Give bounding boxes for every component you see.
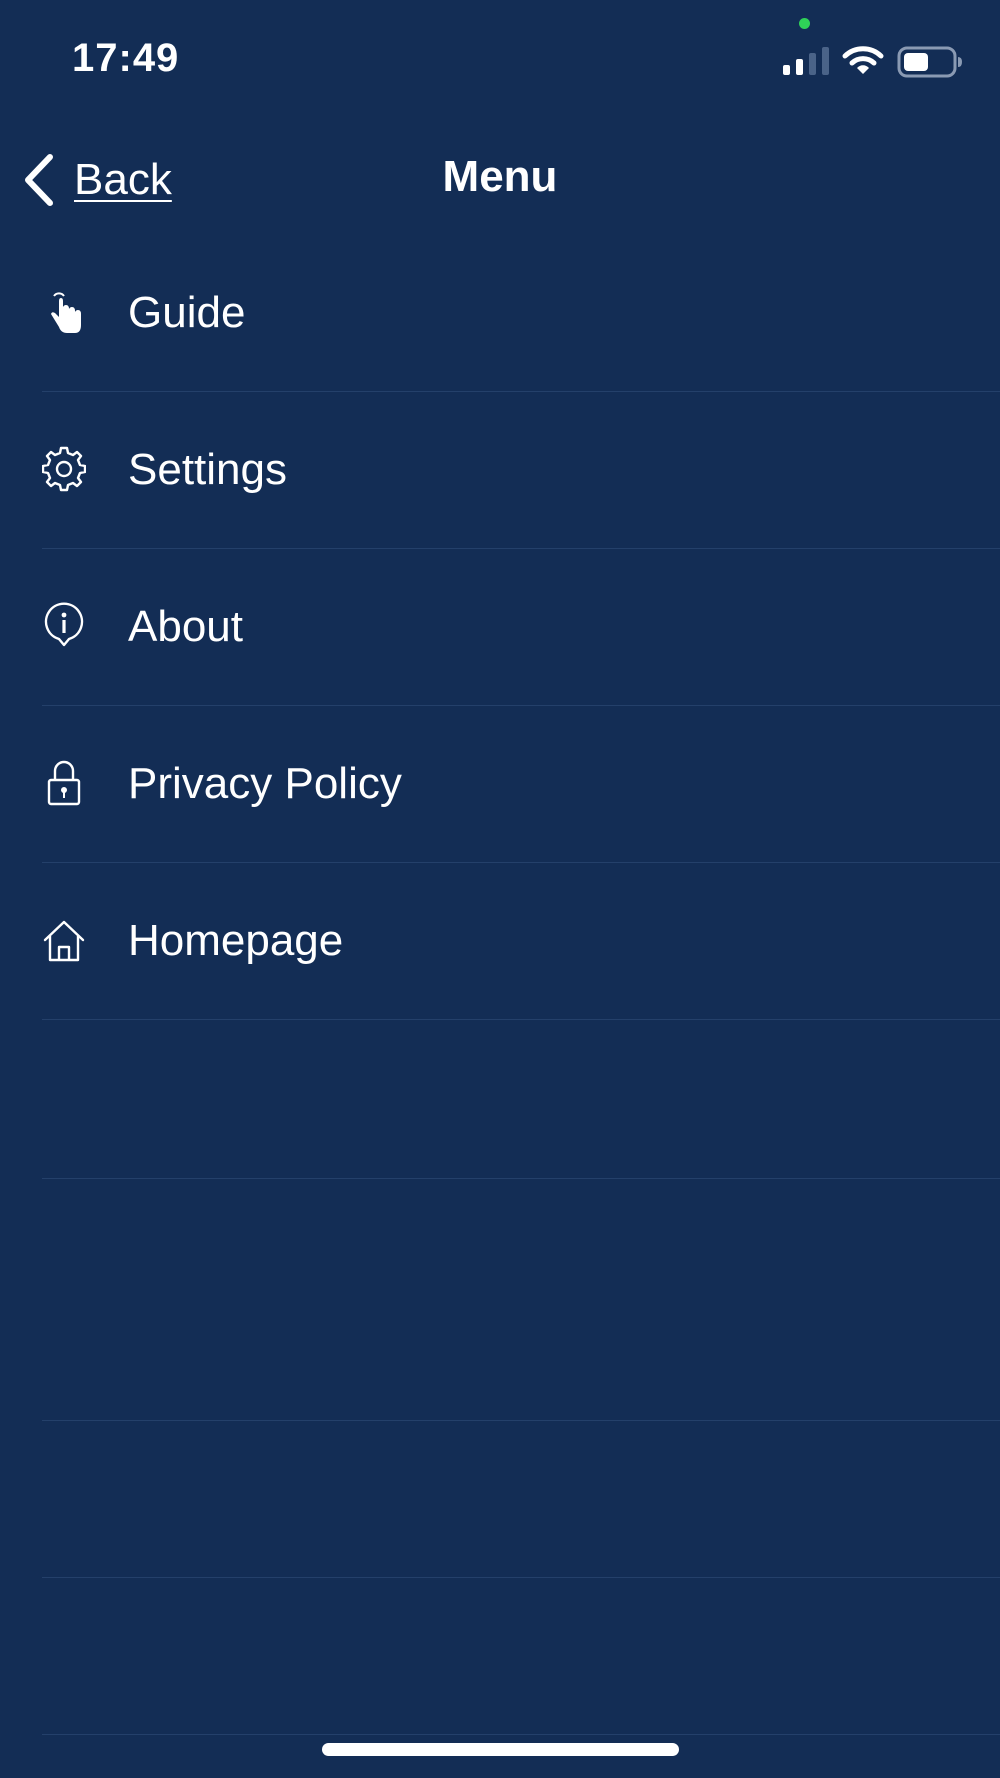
menu-item-homepage[interactable]: Homepage	[0, 863, 1000, 1020]
divider	[42, 1734, 1000, 1735]
menu-item-label: Guide	[128, 288, 246, 337]
menu-item-label: Homepage	[128, 916, 344, 965]
menu-item-label: Settings	[128, 445, 287, 494]
menu-item-about[interactable]: About	[0, 549, 1000, 706]
cellular-signal-icon	[783, 47, 829, 75]
divider	[42, 1019, 1000, 1020]
home-indicator[interactable]	[322, 1743, 679, 1756]
camera-in-use-indicator	[799, 18, 810, 29]
page-title: Menu	[442, 152, 558, 201]
battery-icon	[897, 46, 962, 78]
hand-pointer-icon	[51, 292, 81, 333]
navigation-bar: Back Menu	[0, 130, 1000, 225]
gear-icon	[42, 446, 86, 492]
status-time: 17:49	[72, 36, 180, 80]
divider	[42, 1577, 1000, 1578]
divider	[42, 1178, 1000, 1179]
menu-item-guide[interactable]: Guide	[0, 235, 1000, 392]
menu-item-privacy-policy[interactable]: Privacy Policy	[0, 706, 1000, 863]
info-icon	[44, 602, 84, 647]
home-icon	[43, 920, 85, 962]
menu-list: Guide Settings About Privacy Policy Home…	[0, 235, 1000, 1020]
status-bar: 17:49	[0, 0, 1000, 110]
menu-item-label: About	[128, 602, 243, 651]
menu-item-settings[interactable]: Settings	[0, 392, 1000, 549]
wifi-icon	[842, 46, 884, 74]
divider	[42, 1420, 1000, 1421]
menu-item-label: Privacy Policy	[128, 759, 402, 808]
lock-icon	[47, 760, 81, 806]
